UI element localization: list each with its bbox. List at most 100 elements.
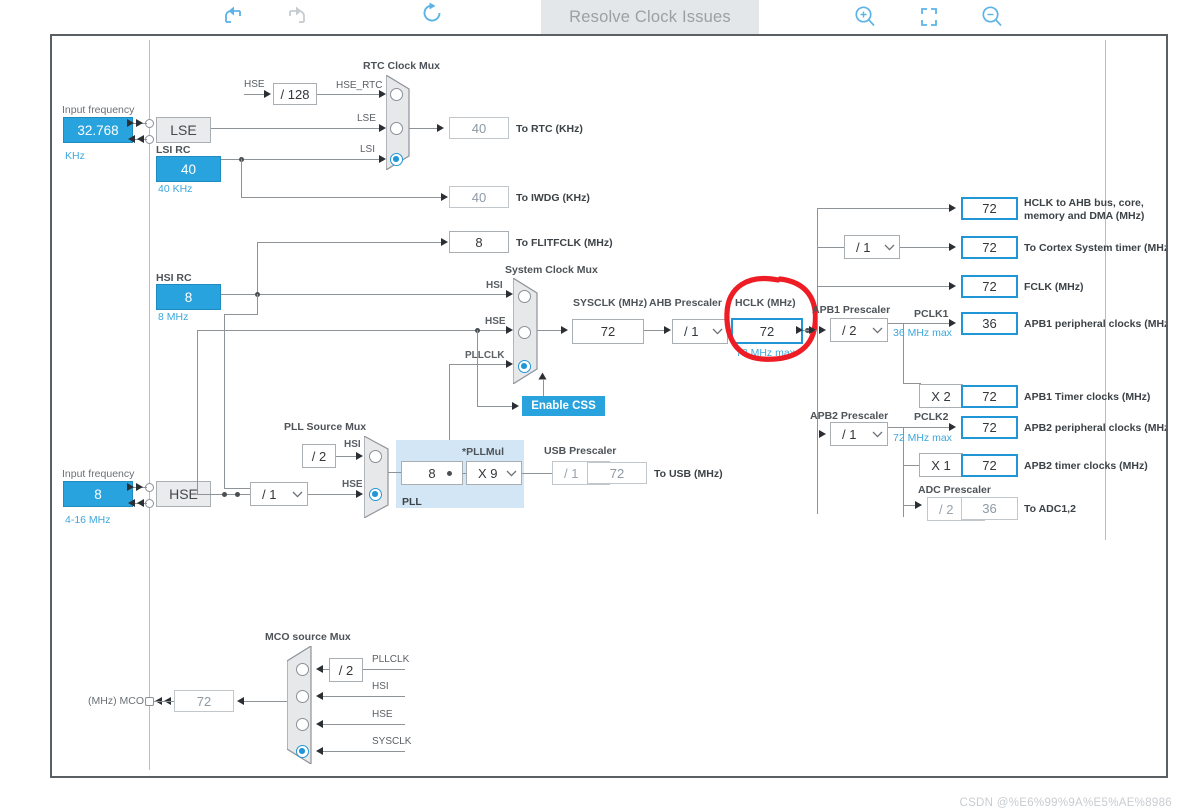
wire-apb2-branch [903,427,904,517]
wire-hsertc-to-mux [317,94,384,95]
wire-hse-corner [197,494,213,495]
pll-input-field: 8 [401,461,463,485]
junction-hse-div [235,492,240,497]
arrow-apb1-in [819,326,826,334]
rtc-hse-rtc-label: HSE_RTC [336,80,383,91]
cortex-timer-field: 72 [961,236,1018,259]
pllmux-option-hsi[interactable] [369,450,382,463]
pllmux-option-hse[interactable] [369,488,382,501]
arrow-hclk-out-a [796,326,803,334]
arrow-flitfclk-in [441,238,448,246]
wire-css-in [477,406,517,407]
wire-lsi-to-rtcmux [221,159,384,160]
hsi-value-field[interactable]: 8 [156,284,221,310]
pll-mux-hse-label: HSE [342,479,363,490]
resolve-clock-issues-button[interactable]: Resolve Clock Issues [541,0,759,34]
fit-to-screen-icon[interactable] [913,2,945,32]
junction-hse-block [222,492,227,497]
pclk1-max-note: 36 MHz max [893,327,952,339]
mco-pllclk-label: PLLCLK [372,654,410,665]
redo-icon[interactable] [280,2,312,32]
lse-input-frequency-field[interactable]: 32.768 [63,117,133,143]
arrow-mcomux-in1 [316,692,323,700]
sysmux-option-hsi[interactable] [518,290,531,303]
chip-boundary-line-left [149,40,150,770]
wire-hse-down-to-css [477,330,478,406]
hclk-bus-vertical [817,208,818,514]
apb2-prescaler-select[interactable]: / 1 [830,422,888,446]
lsi-unit-label: 40 KHz [158,183,193,195]
wire-cortexdiv-out [900,247,954,248]
undo-icon[interactable] [218,2,250,32]
apb1-prescaler-title: APB1 Prescaler [812,304,891,316]
arrow-hse-in-b [136,483,143,491]
wire-hsi-branch-down [224,314,225,488]
apb1-prescaler-select[interactable]: / 2 [830,318,888,342]
wire-hse-block-out [211,494,253,495]
usb-prescaler-value: / 1 [564,465,579,481]
pclk2-max-note: 72 MHz max [893,432,952,444]
pllmul-select[interactable]: X 9 [466,461,522,485]
sysmux-option-pllclk[interactable] [518,360,531,373]
arrow-adc-pre-in [915,501,922,509]
hsi-unit-label: 8 MHz [158,311,189,323]
cortex-prescaler-select[interactable]: / 1 [844,235,900,259]
zoom-out-icon[interactable] [976,2,1008,32]
chevron-down-icon [287,491,307,498]
clock-configuration-canvas[interactable]: Input frequency 32.768 KHz LSE LSI RC 40… [50,34,1168,778]
mco-pllclk-divider: / 2 [329,658,363,682]
rtc-hse-label: HSE [244,79,265,90]
rtc-mux-option-lsi[interactable] [390,153,403,166]
hse-prescaler-select[interactable]: / 1 [250,482,308,506]
mco-field: 72 [174,690,234,712]
rtc-lse-label: LSE [357,113,376,124]
arrow-rtc-out [437,124,444,132]
wire-apb1-to-mul [903,323,904,383]
apb1-peripheral-label: APB1 peripheral clocks (MHz) [1024,318,1168,330]
adc-prescaler-title: ADC Prescaler [918,484,991,496]
sysmux-option-hse[interactable] [518,326,531,339]
resolve-clock-issues-label: Resolve Clock Issues [569,7,731,26]
lse-block[interactable]: LSE [156,117,211,143]
to-flitfclk-field: 8 [449,231,509,253]
chevron-down-icon [879,244,899,251]
mco-sysclk-label: SYSCLK [372,736,412,747]
arrow-iwdg-in [441,193,448,201]
adc-field: 36 [961,497,1018,520]
apb2-peripheral-label: APB2 peripheral clocks (MHz) [1024,422,1168,434]
arrow-hse-in-a [127,483,134,491]
hclk-field[interactable]: 72 [731,318,803,344]
arrow-rtc-mux-in0 [379,90,386,98]
mcomux-option-sysclk[interactable] [296,745,309,758]
zoom-in-icon[interactable] [849,2,881,32]
pllmul-value: X 9 [478,465,498,481]
arrow-apb2-in [819,430,826,438]
hse-input-frequency-field[interactable]: 8 [63,481,133,507]
arrow-lse-in-a [127,119,134,127]
rtc-mux-option-hse-rtc[interactable] [390,88,403,101]
arrow-sysmux-in0 [506,290,513,298]
sysclk-field: 72 [572,319,644,344]
wire-hsi-down-branch [257,294,258,314]
lsi-rc-title: LSI RC [156,144,191,156]
mcomux-option-hse[interactable] [296,718,309,731]
rtc-lsi-label: LSI [360,144,376,155]
enable-css-button[interactable]: Enable CSS [522,396,605,416]
apb1-prescaler-value: / 2 [842,322,857,338]
arrow-apb2-periph-in [949,423,956,431]
pllmul-title: *PLLMul [462,446,504,458]
apb2-prescaler-value: / 1 [842,426,857,442]
rtc-mux-option-lse[interactable] [390,122,403,135]
mcomux-option-pllclk[interactable] [296,663,309,676]
lsi-value-field[interactable]: 40 [156,156,221,182]
apb2-prescaler-title: APB2 Prescaler [810,410,889,422]
ahb-prescaler-select[interactable]: / 1 [672,319,728,344]
mcomux-option-hsi[interactable] [296,690,309,703]
apb1-timer-field: 72 [961,385,1018,408]
reset-icon[interactable] [417,2,449,32]
arrow-css-in [512,402,519,410]
pll-source-mux[interactable] [364,436,396,518]
wire-pllmux-out [388,472,402,473]
arrow-mco-field-in [237,697,244,705]
to-flitfclk-label: To FLITFCLK (MHz) [516,237,613,249]
